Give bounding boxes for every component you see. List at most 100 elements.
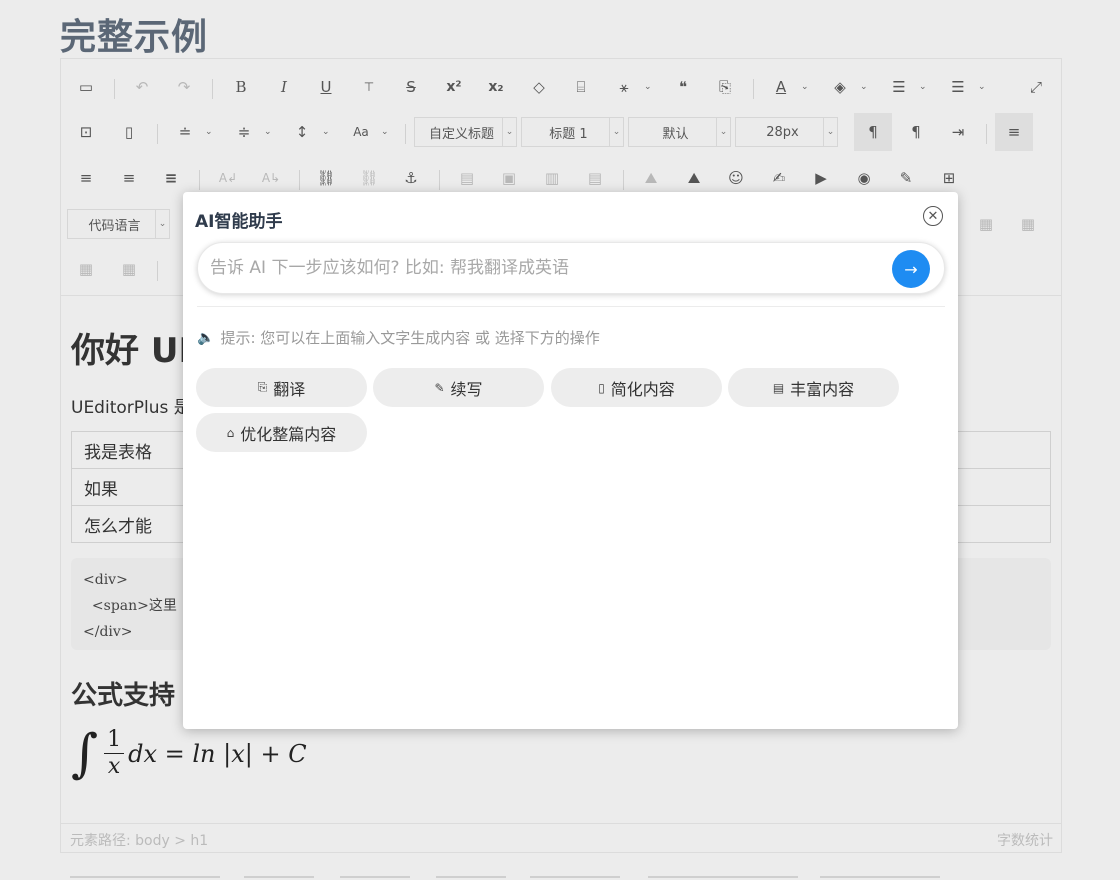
bold-icon[interactable]: B	[226, 72, 256, 102]
optimize-article-button[interactable]: ⌂ 优化整篇内容	[196, 413, 367, 452]
table-insert-icon[interactable]: ▦	[971, 209, 1001, 239]
image-left-icon[interactable]: ▣	[494, 163, 524, 193]
ltr-direction-icon[interactable]: ¶	[854, 113, 892, 151]
align-center-icon[interactable]: ≡	[71, 163, 101, 193]
chevron-down-icon[interactable]: ⌄	[322, 124, 332, 140]
image-icon[interactable]: ⛰	[679, 163, 709, 193]
table-split-icon[interactable]: ▦	[1013, 209, 1043, 239]
italic-icon[interactable]: I	[269, 72, 299, 102]
video-icon[interactable]: ▶	[806, 163, 836, 193]
blockquote-icon[interactable]: ❝	[668, 72, 698, 102]
chevron-down-icon[interactable]: ⌄	[860, 79, 870, 95]
translate-icon: ⎘	[257, 380, 268, 394]
formula-heading: 公式支持	[71, 681, 176, 711]
custom-style-select[interactable]: 自定义标题 ⌄	[414, 117, 517, 147]
speaker-icon: 🔈	[197, 329, 215, 346]
translate-button[interactable]: ⎘ 翻译	[196, 368, 367, 407]
unordered-list-icon[interactable]: ☰	[943, 72, 973, 102]
divider	[197, 306, 945, 307]
fullscreen-icon[interactable]: ⤢	[1021, 72, 1051, 102]
underline-icon[interactable]: U	[311, 72, 341, 102]
ordered-list-icon[interactable]: ☰	[884, 72, 914, 102]
chevron-down-icon[interactable]: ⌄	[919, 79, 929, 95]
ai-prompt-input[interactable]	[210, 255, 880, 281]
row-spacing-top-icon[interactable]: ≐	[170, 117, 200, 147]
template-icon[interactable]: ⊞	[934, 163, 964, 193]
code-language-select[interactable]: 代码语言 ⌄	[67, 209, 170, 239]
indent-icon[interactable]: ⇥	[943, 117, 973, 147]
strikethrough-icon[interactable]: S	[396, 72, 426, 102]
auto-typeset-icon[interactable]: ⚹	[609, 72, 639, 102]
emotion-icon[interactable]: ☺	[721, 163, 751, 193]
row-spacing-bottom-icon[interactable]: ≑	[229, 117, 259, 147]
content-paragraph: UEditorPlus 是	[71, 398, 191, 418]
ai-assistant-dialog: AI智能助手 ✕ → 🔈 提示: 您可以在上面输入文字生成内容 或 选择下方的操…	[183, 192, 958, 729]
chevron-down-icon[interactable]: ⌄	[381, 124, 391, 140]
align-right-icon[interactable]: ≡	[114, 163, 144, 193]
audio-icon[interactable]: ◉	[849, 163, 879, 193]
paste-plain-icon[interactable]: ⎘	[710, 72, 740, 102]
chevron-down-icon[interactable]: ⌄	[205, 124, 215, 140]
unlink-icon[interactable]: ⛓	[354, 163, 384, 193]
undo-icon[interactable]: ↶	[127, 72, 157, 102]
font-color-icon[interactable]: A	[766, 72, 796, 102]
scrawl-icon[interactable]: ✍	[764, 163, 794, 193]
image-right-icon[interactable]: ▤	[580, 163, 610, 193]
eraser-icon[interactable]: ◇	[524, 72, 554, 102]
upload-image-icon[interactable]: ⛰	[636, 163, 666, 193]
fraction: 1 x	[104, 727, 125, 780]
format-match-icon[interactable]: ⌸	[566, 72, 596, 102]
chevron-down-icon[interactable]: ⌄	[644, 79, 654, 95]
redo-icon[interactable]: ↷	[169, 72, 199, 102]
font-border-icon[interactable]: ⊤	[354, 72, 384, 102]
align-left-icon[interactable]: ≡	[995, 113, 1033, 151]
letter-case-icon[interactable]: Aa	[346, 117, 376, 147]
content-heading: 你好 UI	[71, 331, 192, 371]
line-height-icon[interactable]: ↕	[287, 117, 317, 147]
image-none-icon[interactable]: ▤	[452, 163, 482, 193]
chevron-down-icon[interactable]: ⌄	[801, 79, 811, 95]
chevron-down-icon: ⌄	[155, 210, 169, 238]
font-family-select[interactable]: 默认 ⌄	[628, 117, 731, 147]
status-bar: 元素路径: body > h1 字数统计	[61, 823, 1061, 852]
table-delete-icon[interactable]: ▦	[114, 254, 144, 284]
anchor-icon[interactable]: ⚓	[396, 163, 426, 193]
chevron-down-icon: ⌄	[502, 118, 516, 146]
new-document-icon[interactable]: ▯	[114, 117, 144, 147]
image-center-icon[interactable]: ▥	[537, 163, 567, 193]
paragraph-select[interactable]: 标题 1 ⌄	[521, 117, 624, 147]
background-color-icon[interactable]: ◈	[825, 72, 855, 102]
superscript-icon[interactable]: x²	[439, 72, 469, 102]
chevron-down-icon: ⌄	[716, 118, 730, 146]
formula: ∫ 1 x dx = ln |x| + C	[71, 727, 307, 780]
pen-icon: ✎	[434, 380, 445, 395]
bottom-button-strip	[0, 875, 1120, 880]
robot-icon: ⌂	[226, 425, 235, 440]
table-merge-icon[interactable]: ▦	[71, 254, 101, 284]
source-icon[interactable]: ▭	[71, 72, 101, 102]
hint-text: 🔈 提示: 您可以在上面输入文字生成内容 或 选择下方的操作	[197, 329, 600, 347]
chevron-down-icon: ⌄	[823, 118, 837, 146]
word-count: 字数统计	[997, 833, 1053, 849]
page-title: 完整示例	[60, 17, 209, 58]
send-arrow-icon[interactable]: →	[892, 250, 930, 288]
continue-writing-button[interactable]: ✎ 续写	[373, 368, 544, 407]
select-all-icon[interactable]: ⊡	[71, 117, 101, 147]
font-size-select[interactable]: 28px ⌄	[735, 117, 838, 147]
chevron-down-icon[interactable]: ⌄	[978, 79, 988, 95]
simplify-button[interactable]: ▯ 简化内容	[551, 368, 722, 407]
attachment-icon[interactable]: ✎	[891, 163, 921, 193]
document-icon: ▯	[598, 380, 605, 395]
indent-text-icon[interactable]: A↲	[213, 163, 243, 193]
chevron-down-icon[interactable]: ⌄	[264, 124, 274, 140]
element-path: 元素路径: body > h1	[70, 833, 209, 849]
align-justify-icon[interactable]: ≡	[156, 163, 186, 193]
enrich-button[interactable]: ▤ 丰富内容	[728, 368, 899, 407]
document-text-icon: ▤	[772, 380, 785, 395]
rtl-direction-icon[interactable]: ¶	[901, 117, 931, 147]
close-icon[interactable]: ✕	[923, 206, 943, 226]
link-icon[interactable]: ⛓	[311, 163, 341, 193]
integral-sign: ∫	[71, 723, 99, 784]
subscript-icon[interactable]: x₂	[481, 72, 511, 102]
outdent-text-icon[interactable]: A↳	[256, 163, 286, 193]
